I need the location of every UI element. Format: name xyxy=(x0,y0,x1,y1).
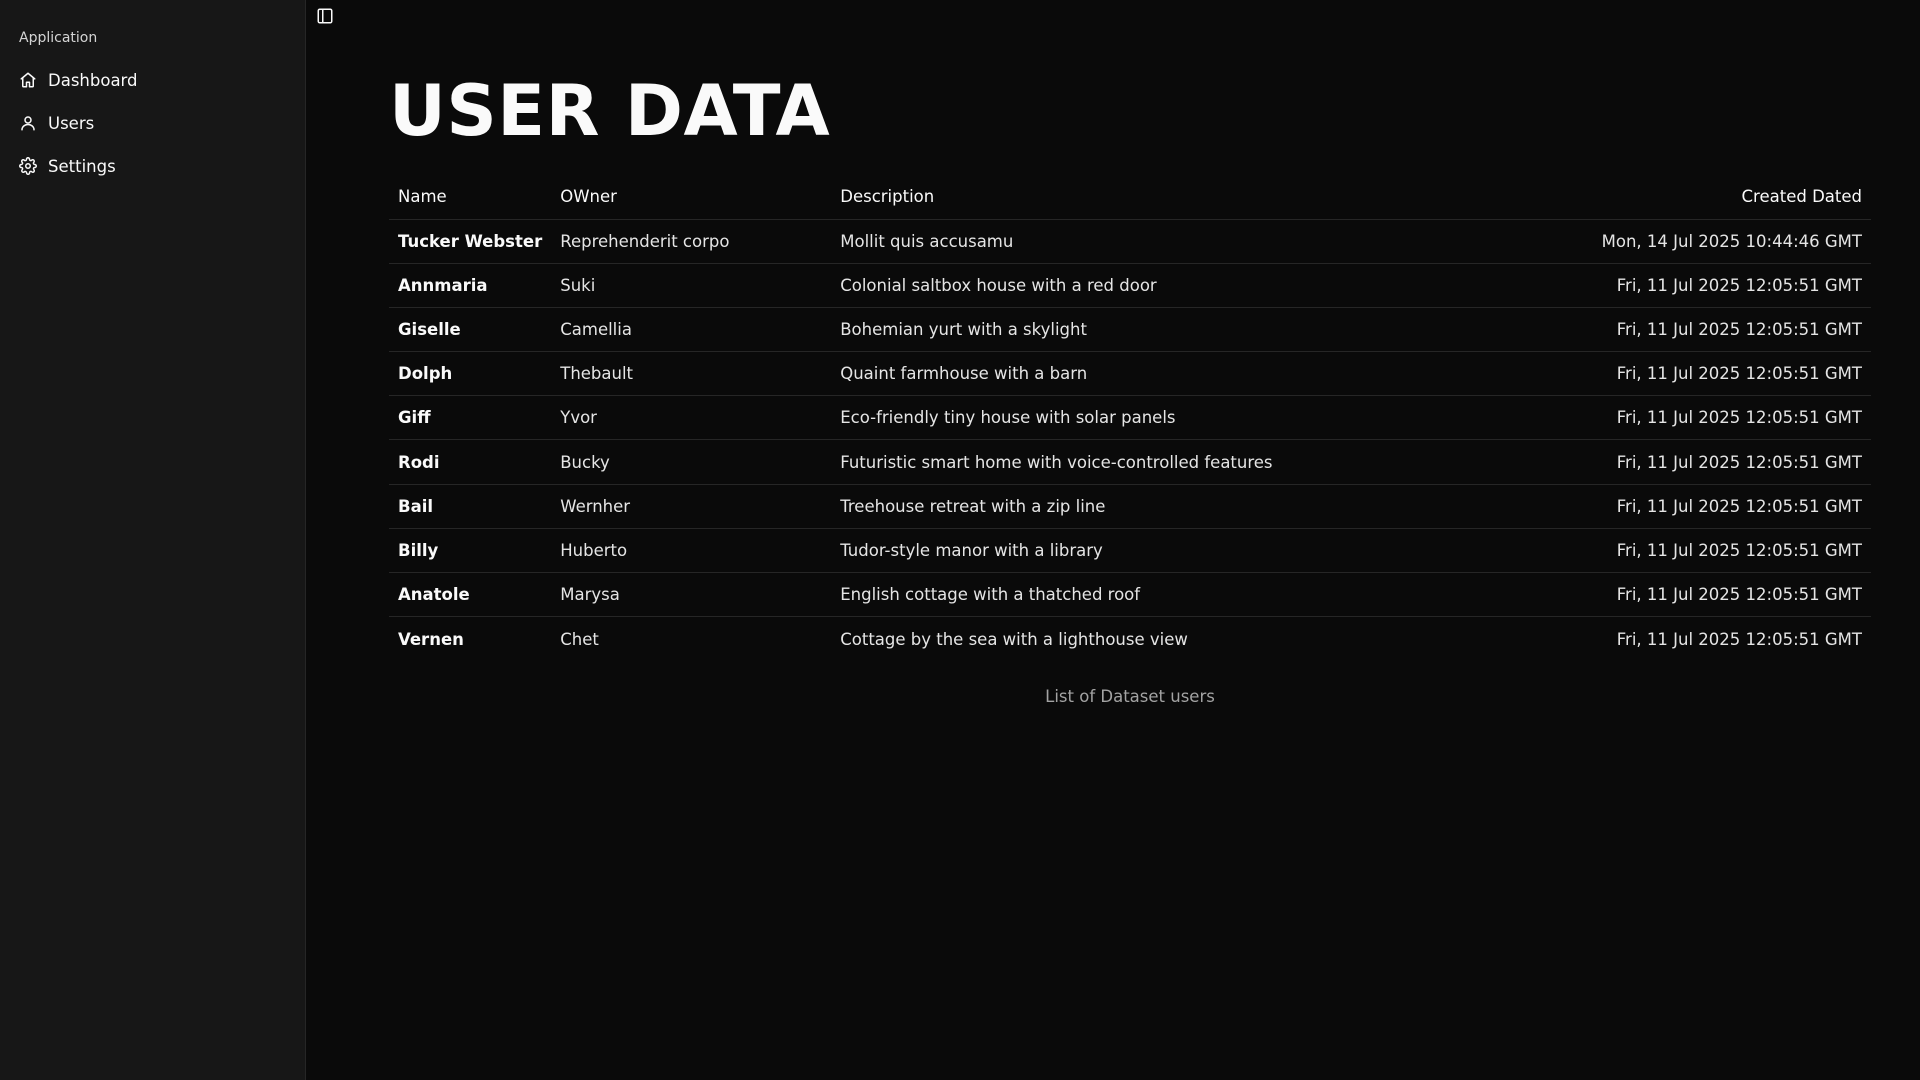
cell-created: Fri, 11 Jul 2025 12:05:51 GMT xyxy=(1473,528,1871,574)
table-row[interactable]: Giselle Camellia Bohemian yurt with a sk… xyxy=(389,307,1871,353)
sidebar-toggle-button[interactable] xyxy=(311,2,339,30)
table-row[interactable]: Rodi Bucky Futuristic smart home with vo… xyxy=(389,439,1871,485)
cell-description: Futuristic smart home with voice-control… xyxy=(831,439,1474,485)
sidebar-item-label: Dashboard xyxy=(48,70,138,90)
user-data-table: Name OWner Description Created Dated Tuc… xyxy=(389,175,1871,661)
sidebar-item-users[interactable]: Users xyxy=(10,103,295,143)
cell-description: Quaint farmhouse with a barn xyxy=(831,351,1474,397)
cell-created: Fri, 11 Jul 2025 12:05:51 GMT xyxy=(1473,572,1871,618)
cell-name: Giff xyxy=(389,395,552,441)
cell-name: Vernen xyxy=(398,629,464,649)
cell-name: Anatole xyxy=(389,572,552,618)
column-header-name: Name xyxy=(389,175,552,220)
cell-name: Rodi xyxy=(389,439,552,485)
cell-owner: Chet xyxy=(560,629,599,649)
cell-description: Cottage by the sea with a lighthouse vie… xyxy=(840,629,1188,649)
sidebar-item-dashboard[interactable]: Dashboard xyxy=(10,60,295,100)
cell-description: Eco-friendly tiny house with solar panel… xyxy=(831,395,1474,441)
cell-description: Mollit quis accusamu xyxy=(831,219,1474,264)
cell-created: Fri, 11 Jul 2025 12:05:51 GMT xyxy=(1473,263,1871,308)
cell-name: Tucker Webster xyxy=(389,219,552,264)
table-row[interactable]: Tucker Webster Reprehenderit corpo Molli… xyxy=(389,219,1871,264)
table-row[interactable]: Bail Wernher Treehouse retreat with a zi… xyxy=(389,484,1871,529)
content-area: USER DATA Name OWner Description Created… xyxy=(389,64,1871,706)
cell-owner: Suki xyxy=(551,263,832,308)
sidebar-item-settings[interactable]: Settings xyxy=(10,146,295,186)
cell-created: Fri, 11 Jul 2025 12:05:51 GMT xyxy=(1473,307,1871,353)
table-row[interactable]: Annmaria Suki Colonial saltbox house wit… xyxy=(389,263,1871,308)
sidebar-group-label: Application xyxy=(19,30,98,46)
sidebar: Application Dashboard Users Settings xyxy=(0,0,306,1080)
sidebar-menu: Dashboard Users Settings xyxy=(10,60,295,186)
table-row[interactable]: Anatole Marysa English cottage with a th… xyxy=(389,572,1871,618)
cell-owner: Thebault xyxy=(551,351,832,397)
cell-name: Giselle xyxy=(389,307,552,353)
gear-icon xyxy=(19,157,37,175)
table-row[interactable]: Billy Huberto Tudor-style manor with a l… xyxy=(389,528,1871,574)
cell-owner: Yvor xyxy=(551,395,832,441)
cell-created: Fri, 11 Jul 2025 12:05:51 GMT xyxy=(1473,351,1871,397)
cell-created: Fri, 11 Jul 2025 12:05:51 GMT xyxy=(1473,439,1871,485)
table-caption: List of Dataset users xyxy=(1045,686,1215,706)
column-header-owner: OWner xyxy=(551,175,832,220)
table-header-row: Name OWner Description Created Dated xyxy=(389,175,1871,220)
sidebar-toggle-icon xyxy=(316,7,334,25)
cell-description: Treehouse retreat with a zip line xyxy=(831,484,1474,529)
cell-owner: Bucky xyxy=(551,439,832,485)
cell-description: Tudor-style manor with a library xyxy=(831,528,1474,574)
cell-name: Billy xyxy=(389,528,552,574)
cell-owner: Huberto xyxy=(551,528,832,574)
cell-owner: Wernher xyxy=(551,484,832,529)
cell-owner: Marysa xyxy=(551,572,832,618)
app-root: Application Dashboard Users Settings USE… xyxy=(0,0,1920,1080)
cell-created: Mon, 14 Jul 2025 10:44:46 GMT xyxy=(1473,219,1871,264)
user-icon xyxy=(19,114,37,132)
column-header-description: Description xyxy=(831,175,1474,220)
table-row[interactable]: Vernen Chet Cottage by the sea with a li… xyxy=(389,617,1871,661)
cell-owner: Reprehenderit corpo xyxy=(551,219,832,264)
cell-name: Dolph xyxy=(389,351,552,397)
cell-description: Bohemian yurt with a skylight xyxy=(831,307,1474,353)
table-body: Tucker Webster Reprehenderit corpo Molli… xyxy=(389,219,1871,661)
home-icon xyxy=(19,71,37,89)
table-row[interactable]: Giff Yvor Eco-friendly tiny house with s… xyxy=(389,395,1871,441)
cell-created: Fri, 11 Jul 2025 12:05:51 GMT xyxy=(1473,395,1871,441)
cell-created: Fri, 11 Jul 2025 12:05:51 GMT xyxy=(1473,484,1871,529)
cell-owner: Camellia xyxy=(551,307,832,353)
cell-description: English cottage with a thatched roof xyxy=(831,572,1474,618)
cell-description: Colonial saltbox house with a red door xyxy=(831,263,1474,308)
cell-name: Bail xyxy=(389,484,552,529)
column-header-created: Created Dated xyxy=(1473,175,1871,220)
cell-name: Annmaria xyxy=(389,263,552,308)
page-title: USER DATA xyxy=(389,70,831,152)
main-content: USER DATA Name OWner Description Created… xyxy=(306,0,1920,1080)
cell-created: Fri, 11 Jul 2025 12:05:51 GMT xyxy=(1616,629,1862,649)
sidebar-item-label: Settings xyxy=(48,156,116,176)
table-row[interactable]: Dolph Thebault Quaint farmhouse with a b… xyxy=(389,351,1871,397)
sidebar-item-label: Users xyxy=(48,113,95,133)
